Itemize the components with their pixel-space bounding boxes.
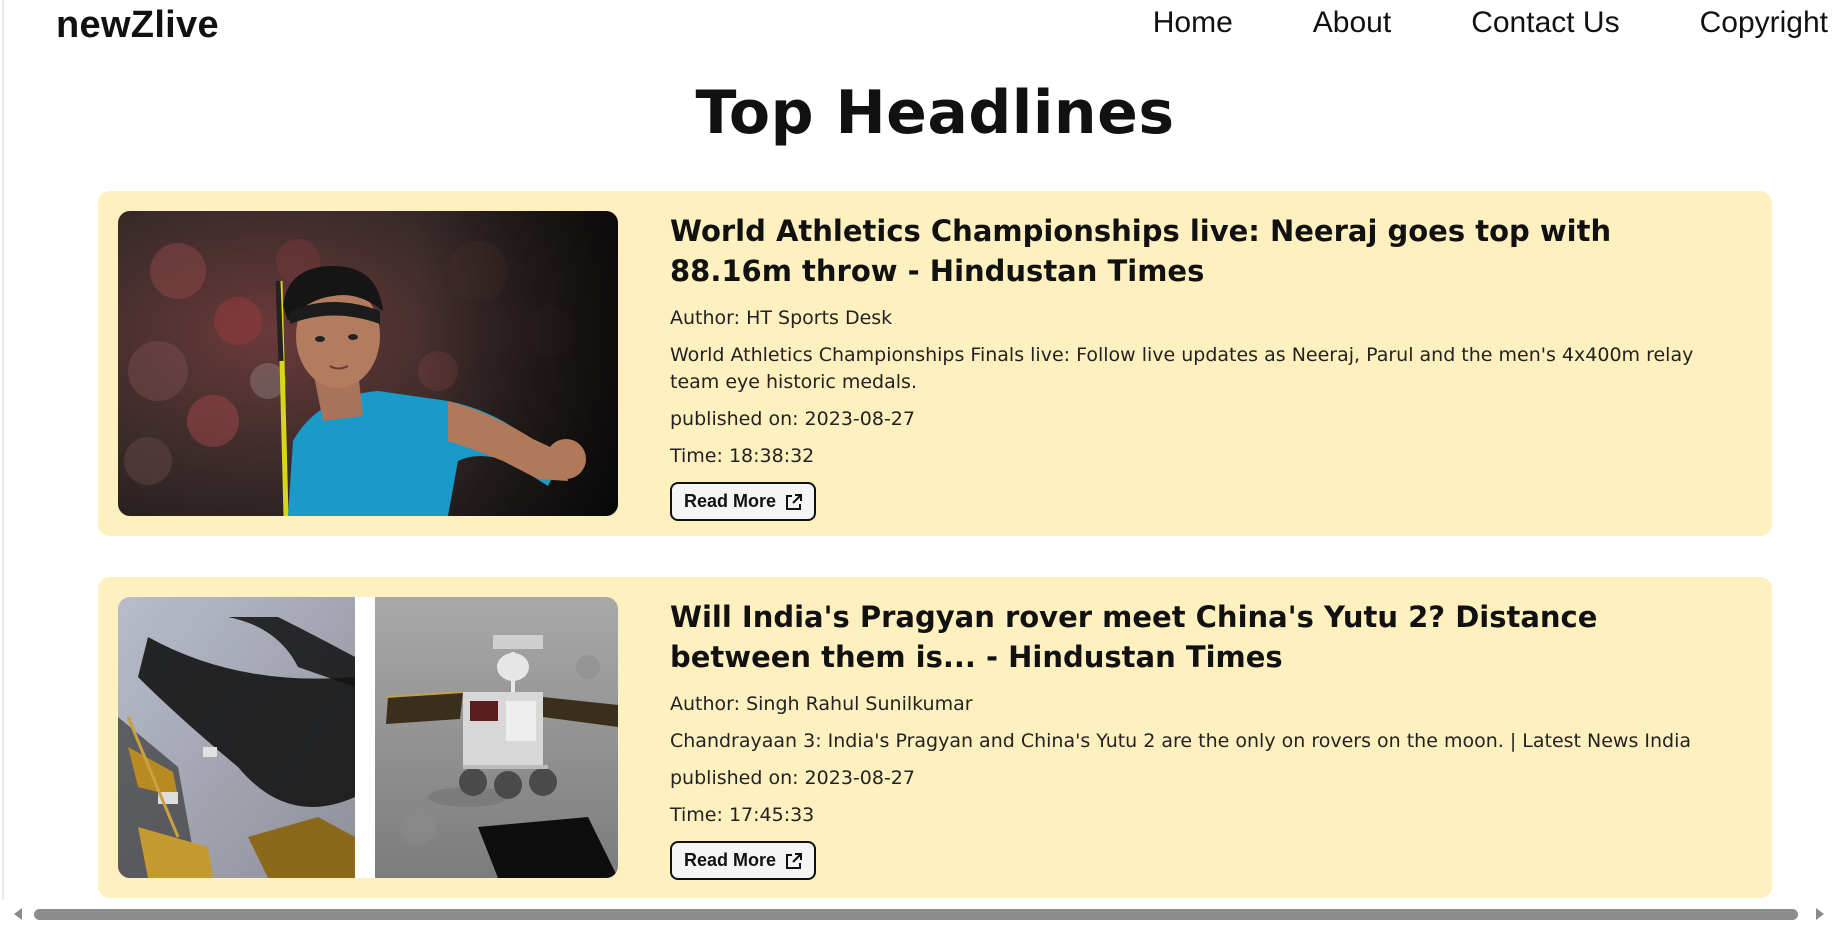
- article-description: Chandrayaan 3: India's Pragyan and China…: [670, 730, 1692, 752]
- news-card: Will India's Pragyan rover meet China's …: [98, 577, 1772, 898]
- read-more-button[interactable]: Read More: [670, 482, 817, 521]
- article-published-date: published on: 2023-08-27: [670, 767, 915, 789]
- nav-copyright-link[interactable]: Copyright: [1700, 6, 1828, 40]
- article-title: Will India's Pragyan rover meet China's …: [670, 600, 1598, 674]
- nav-contact-link[interactable]: Contact Us: [1471, 6, 1619, 40]
- navbar: newZlive Home About Contact Us Copyright: [0, 0, 1838, 60]
- scroll-left-arrow-icon[interactable]: [14, 908, 22, 920]
- article-image-javelin-thrower: [118, 211, 618, 516]
- nav-about-link[interactable]: About: [1313, 6, 1391, 40]
- read-more-label: Read More: [684, 850, 777, 870]
- news-card: World Athletics Championships live: Neer…: [98, 191, 1772, 536]
- read-more-button[interactable]: Read More: [670, 841, 817, 880]
- article-description: World Athletics Championships Finals liv…: [670, 344, 1694, 393]
- card-body: Will India's Pragyan rover meet China's …: [670, 597, 1732, 880]
- page-title: Top Headlines: [695, 78, 1175, 148]
- external-link-icon: [786, 493, 803, 510]
- card-body: World Athletics Championships live: Neer…: [670, 211, 1732, 521]
- article-title: World Athletics Championships live: Neer…: [670, 214, 1612, 288]
- scroll-right-arrow-icon[interactable]: [1816, 908, 1824, 920]
- article-image-lunar-rovers: [118, 597, 618, 878]
- nav-links: Home About Contact Us Copyright: [1073, 6, 1828, 40]
- scrollbar-thumb[interactable]: [34, 909, 1798, 920]
- brand-logo[interactable]: newZlive: [56, 4, 219, 47]
- article-author: Author: Singh Rahul Sunilkumar: [670, 693, 973, 715]
- nav-home-link[interactable]: Home: [1153, 6, 1233, 40]
- article-time: Time: 17:45:33: [670, 804, 815, 826]
- article-published-date: published on: 2023-08-27: [670, 408, 915, 430]
- read-more-label: Read More: [684, 491, 777, 511]
- horizontal-scrollbar[interactable]: [0, 900, 1838, 929]
- external-link-icon: [786, 852, 803, 869]
- article-time: Time: 18:38:32: [670, 445, 815, 467]
- article-author: Author: HT Sports Desk: [670, 307, 893, 329]
